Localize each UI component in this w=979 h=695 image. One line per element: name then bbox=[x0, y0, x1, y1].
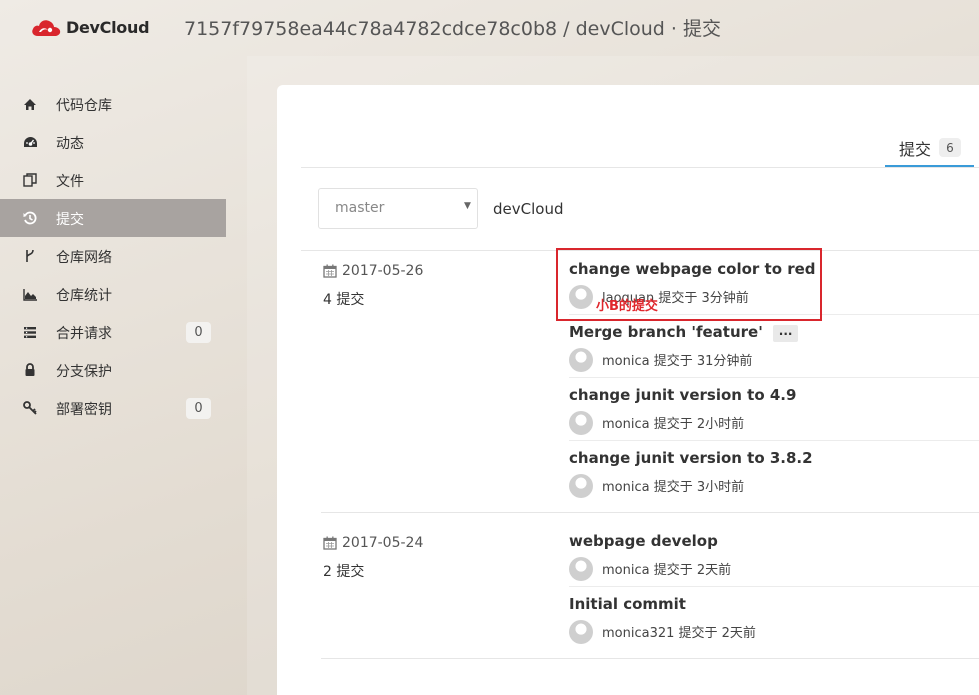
sidebar-item-label: 文件 bbox=[56, 174, 84, 190]
sidebar-item-label: 部署密钥 bbox=[56, 402, 112, 418]
avatar bbox=[569, 474, 593, 498]
commit-group-date-text: 2017-05-26 bbox=[342, 263, 424, 279]
commits-panel: 提交 6 master ▼ devCloud 2017-05-26 4 提交 c… bbox=[277, 85, 979, 695]
avatar bbox=[569, 620, 593, 644]
sidebar: 代码仓库 动态 文件 提交 仓库网络 仓库统计 合并请求 0 分支保护 部署密钥… bbox=[0, 85, 226, 427]
key-icon bbox=[22, 400, 38, 416]
commit-item[interactable]: Merge branch 'feature'... monica 提交于 31分… bbox=[569, 315, 979, 378]
sidebar-item-label: 分支保护 bbox=[56, 364, 112, 380]
commit-item[interactable]: webpage develop monica 提交于 2天前 bbox=[569, 524, 979, 587]
cloud-logo-icon bbox=[32, 20, 61, 36]
branch-select[interactable]: master ▼ bbox=[318, 188, 478, 229]
caret-down-icon: ▼ bbox=[464, 201, 471, 211]
tab-divider bbox=[301, 167, 979, 168]
sidebar-item-branch-protection[interactable]: 分支保护 bbox=[0, 351, 226, 389]
dashboard-icon bbox=[22, 134, 38, 150]
list-icon bbox=[22, 324, 38, 340]
home-icon bbox=[22, 96, 38, 112]
commit-title[interactable]: change junit version to 3.8.2 bbox=[569, 449, 813, 467]
sidebar-item-label: 合并请求 bbox=[56, 326, 112, 342]
commit-title: Merge branch 'feature'... bbox=[569, 323, 799, 342]
divider bbox=[321, 512, 979, 513]
sidebar-item-label: 仓库网络 bbox=[56, 250, 112, 266]
lock-icon bbox=[22, 362, 38, 378]
sidebar-item-label: 提交 bbox=[56, 212, 84, 228]
tab-commits-count: 6 bbox=[939, 138, 961, 157]
sidebar-item-commits[interactable]: 提交 bbox=[0, 199, 226, 237]
deploy-keys-count-badge: 0 bbox=[186, 398, 211, 419]
commit-meta: monica 提交于 31分钟前 bbox=[602, 354, 753, 369]
avatar bbox=[569, 285, 593, 309]
commit-group-date: 2017-05-24 bbox=[323, 535, 423, 551]
app-name: DevCloud bbox=[66, 17, 150, 37]
calendar-icon bbox=[323, 536, 337, 550]
branch-select-value: master bbox=[335, 200, 385, 216]
breadcrumb: 7157f79758ea44c78a4782cdce78c0b8 / devCl… bbox=[184, 18, 721, 40]
commit-title[interactable]: webpage develop bbox=[569, 532, 718, 550]
sidebar-item-repo-network[interactable]: 仓库网络 bbox=[0, 237, 226, 275]
commit-item[interactable]: Initial commit monica321 提交于 2天前 bbox=[569, 587, 979, 650]
commit-group-count: 4 提交 bbox=[323, 292, 365, 308]
sidebar-item-deploy-keys[interactable]: 部署密钥 0 bbox=[0, 389, 226, 427]
sidebar-item-files[interactable]: 文件 bbox=[0, 161, 226, 199]
merge-requests-count-badge: 0 bbox=[186, 322, 211, 343]
top-bar: DevCloud 7157f79758ea44c78a4782cdce78c0b… bbox=[0, 0, 979, 54]
expand-message-button[interactable]: ... bbox=[772, 325, 799, 342]
divider bbox=[301, 250, 979, 251]
avatar bbox=[569, 348, 593, 372]
sidebar-item-activity[interactable]: 动态 bbox=[0, 123, 226, 161]
divider bbox=[321, 658, 979, 659]
avatar bbox=[569, 557, 593, 581]
commit-meta: monica 提交于 2天前 bbox=[602, 563, 732, 578]
annotation-label: 小B的提交 bbox=[596, 299, 658, 314]
commit-item[interactable]: change junit version to 4.9 monica 提交于 2… bbox=[569, 378, 979, 441]
devcloud-logo[interactable]: DevCloud bbox=[30, 16, 150, 38]
avatar bbox=[569, 411, 593, 435]
commit-group-count: 2 提交 bbox=[323, 564, 365, 580]
sidebar-item-merge-requests[interactable]: 合并请求 0 bbox=[0, 313, 226, 351]
sidebar-item-repo-stats[interactable]: 仓库统计 bbox=[0, 275, 226, 313]
commit-meta: monica321 提交于 2天前 bbox=[602, 626, 756, 641]
sidebar-item-code-repo[interactable]: 代码仓库 bbox=[0, 85, 226, 123]
commit-group-date: 2017-05-26 bbox=[323, 263, 423, 279]
commit-item[interactable]: change junit version to 3.8.2 monica 提交于… bbox=[569, 441, 979, 504]
history-icon bbox=[22, 210, 38, 226]
commit-meta: monica 提交于 2小时前 bbox=[602, 417, 745, 432]
sidebar-item-label: 仓库统计 bbox=[56, 288, 112, 304]
tab-commits-label: 提交 bbox=[899, 140, 932, 159]
sidebar-item-label: 动态 bbox=[56, 136, 84, 152]
tab-commits[interactable]: 提交 6 bbox=[885, 135, 974, 169]
area-chart-icon bbox=[22, 286, 38, 302]
commit-title[interactable]: change junit version to 4.9 bbox=[569, 386, 796, 404]
calendar-icon bbox=[323, 264, 337, 278]
repo-name: devCloud bbox=[493, 200, 564, 218]
commit-title-text[interactable]: Merge branch 'feature' bbox=[569, 323, 763, 341]
commit-meta: monica 提交于 3小时前 bbox=[602, 480, 745, 495]
files-icon bbox=[22, 172, 38, 188]
fork-icon bbox=[22, 248, 38, 264]
sidebar-item-label: 代码仓库 bbox=[56, 98, 112, 114]
commit-title[interactable]: change webpage color to red bbox=[569, 260, 816, 278]
commit-group-date-text: 2017-05-24 bbox=[342, 535, 424, 551]
commit-title[interactable]: Initial commit bbox=[569, 595, 686, 613]
